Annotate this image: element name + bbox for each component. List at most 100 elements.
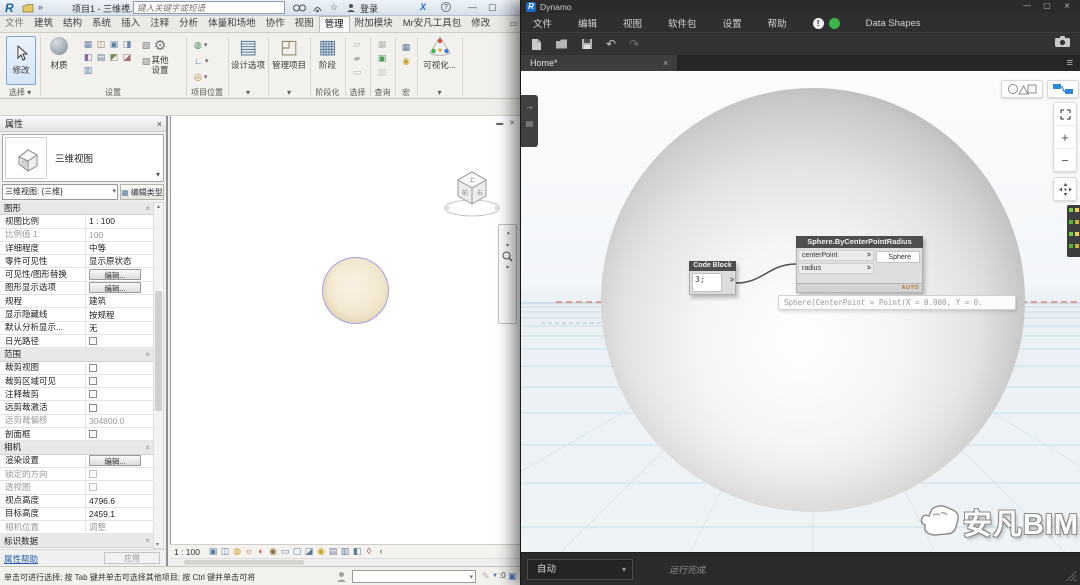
lacing-badge[interactable]: AUTO: [902, 285, 919, 291]
shadows-icon[interactable]: ◐: [255, 546, 267, 557]
combo-arrow-icon[interactable]: ▾: [112, 185, 116, 199]
viewcube[interactable]: 上 前 右: [436, 156, 508, 228]
property-value-cell[interactable]: 4796.6: [86, 495, 154, 507]
property-value-cell[interactable]: 编辑...: [86, 282, 154, 294]
menu-帮助[interactable]: 帮助: [768, 16, 787, 30]
hamburger-menu-icon[interactable]: ≡: [1067, 55, 1073, 71]
ribbon-tab-注释[interactable]: 注释: [145, 16, 174, 32]
resize-grip[interactable]: [1066, 571, 1076, 581]
save-icon[interactable]: [581, 38, 593, 50]
chevron-down-icon[interactable]: ▾: [622, 560, 626, 579]
output-port-sphere[interactable]: Sphere: [876, 251, 920, 263]
alerts-icon[interactable]: !: [813, 18, 824, 29]
manage-project-button[interactable]: ◰ 管理项目: [268, 37, 310, 71]
ribbon-tab-建筑[interactable]: 建筑: [29, 16, 58, 32]
ribbon-tab-修改[interactable]: 修改: [466, 16, 495, 32]
menu-文件[interactable]: 文件: [533, 16, 552, 30]
property-value-cell[interactable]: [86, 401, 154, 413]
property-value-cell[interactable]: [86, 375, 154, 387]
property-value-cell[interactable]: 中等: [86, 242, 154, 254]
close-icon[interactable]: ×: [1058, 1, 1076, 12]
ribbon-tab-视图[interactable]: 视图: [290, 16, 319, 32]
menu-编辑[interactable]: 编辑: [578, 16, 597, 30]
panel-label-select[interactable]: 选择 ▾: [0, 86, 40, 99]
view-scale[interactable]: 1 : 100: [174, 547, 200, 557]
collapse-pin-icon[interactable]: «: [143, 352, 152, 356]
signin-label[interactable]: 登录: [360, 2, 378, 15]
input-port-radius[interactable]: radius>: [798, 263, 874, 274]
object-styles-icon[interactable]: ▦: [82, 38, 94, 50]
palette-scrollbar[interactable]: ▴▾: [153, 202, 164, 549]
a360-icon[interactable]: X: [420, 2, 426, 12]
open-file-icon[interactable]: [555, 38, 568, 50]
ribbon-tab-Mr安凡工具包[interactable]: Mr安凡工具包: [398, 16, 467, 32]
checkbox[interactable]: [89, 483, 97, 491]
design-option-combo[interactable]: ▾: [352, 570, 476, 583]
edit-button[interactable]: 编辑...: [89, 282, 141, 293]
crop-view-icon[interactable]: ▭: [279, 546, 291, 557]
property-section[interactable]: 相机«: [0, 441, 154, 454]
ribbon-tab-插入[interactable]: 插入: [116, 16, 145, 32]
property-value-cell[interactable]: [86, 428, 154, 440]
collapse-pin-icon[interactable]: «: [143, 206, 152, 210]
properties-help-link[interactable]: 属性帮助: [4, 553, 38, 565]
node-wire[interactable]: [736, 264, 796, 283]
help-icon[interactable]: ?: [441, 2, 451, 12]
panel-dd-manage-project[interactable]: ▾: [268, 86, 310, 99]
filter-icon[interactable]: ▼: [492, 573, 498, 579]
transfer-standards-icon[interactable]: ◩: [108, 51, 120, 63]
element-id-icon[interactable]: ▣: [376, 52, 388, 64]
wheel-dd-icon[interactable]: ▾: [506, 242, 509, 249]
ribbon-tab-体量和场地[interactable]: 体量和场地: [203, 16, 261, 32]
global-parameters-icon[interactable]: ▤: [95, 51, 107, 63]
menu-data-shapes[interactable]: Data Shapes: [866, 18, 921, 29]
warnings-icon[interactable]: ▥: [376, 66, 388, 78]
property-value-cell[interactable]: 1 : 100: [86, 215, 154, 227]
property-value-cell[interactable]: [86, 468, 154, 480]
input-port-centerPoint[interactable]: centerPoint>: [798, 250, 874, 261]
detail-level-icon[interactable]: ◫: [219, 546, 231, 557]
property-value-cell[interactable]: [86, 362, 154, 374]
redo-icon[interactable]: ↷: [629, 37, 639, 51]
shared-parameters-icon[interactable]: ◧: [82, 51, 94, 63]
visualize-button[interactable]: 可视化...: [417, 36, 462, 71]
panel-dd-design-options[interactable]: ▾: [228, 86, 268, 99]
title-expand-icon[interactable]: ▸: [125, 2, 129, 10]
macro-security-icon[interactable]: ◉: [400, 55, 412, 67]
menu-视图[interactable]: 视图: [623, 16, 642, 30]
measure-icon[interactable]: ▦: [376, 38, 388, 50]
visual-style-icon[interactable]: ◍: [231, 546, 243, 557]
combo-arrow-icon[interactable]: ▾: [469, 573, 473, 581]
new-file-icon[interactable]: [531, 38, 542, 51]
property-section[interactable]: 范围«: [0, 348, 154, 361]
type-combo[interactable]: 三维视图: {三维}▾: [2, 184, 118, 200]
navigation-bar[interactable]: ◔ ▾ ▾: [498, 224, 517, 324]
property-value-cell[interactable]: 编辑...: [86, 268, 154, 280]
close-icon[interactable]: ×: [157, 116, 162, 132]
maximize-icon[interactable]: ▢: [1038, 1, 1056, 10]
reveal-hidden-icon[interactable]: ◉: [315, 546, 327, 557]
maximize-icon[interactable]: ▢: [488, 2, 497, 13]
phases-button[interactable]: ▦ 阶段: [310, 37, 345, 71]
project-units-icon[interactable]: ▥: [82, 64, 94, 76]
search-binoculars-icon[interactable]: [293, 3, 306, 13]
snaps-icon[interactable]: ◫: [95, 38, 107, 50]
purge-unused-icon[interactable]: ◪: [121, 51, 133, 63]
tab-home[interactable]: Home*: [521, 55, 677, 71]
code-block-title[interactable]: Code Block: [689, 261, 736, 271]
ribbon-tab-结构[interactable]: 结构: [58, 16, 87, 32]
chevron-down-icon[interactable]: ▾: [156, 170, 160, 179]
project-parameters-icon[interactable]: ◨: [121, 38, 133, 50]
edit-button[interactable]: 编辑...: [89, 269, 141, 280]
code-block-input[interactable]: 3;: [692, 273, 722, 292]
collapse-pin-icon[interactable]: «: [143, 445, 152, 449]
property-value-cell[interactable]: [86, 335, 154, 347]
type-selector[interactable]: 三维视图 ▾: [2, 134, 164, 182]
zoom-dd-icon[interactable]: ▾: [506, 264, 509, 271]
revit-logo-icon[interactable]: R: [5, 1, 14, 15]
edit-selection-icon[interactable]: ▭: [351, 66, 363, 78]
design-options-button[interactable]: ▤ 设计选项: [228, 37, 268, 71]
analysis-display-icon[interactable]: ◧: [351, 546, 363, 557]
checkbox[interactable]: [89, 404, 97, 412]
notifications-icon[interactable]: [829, 18, 840, 29]
